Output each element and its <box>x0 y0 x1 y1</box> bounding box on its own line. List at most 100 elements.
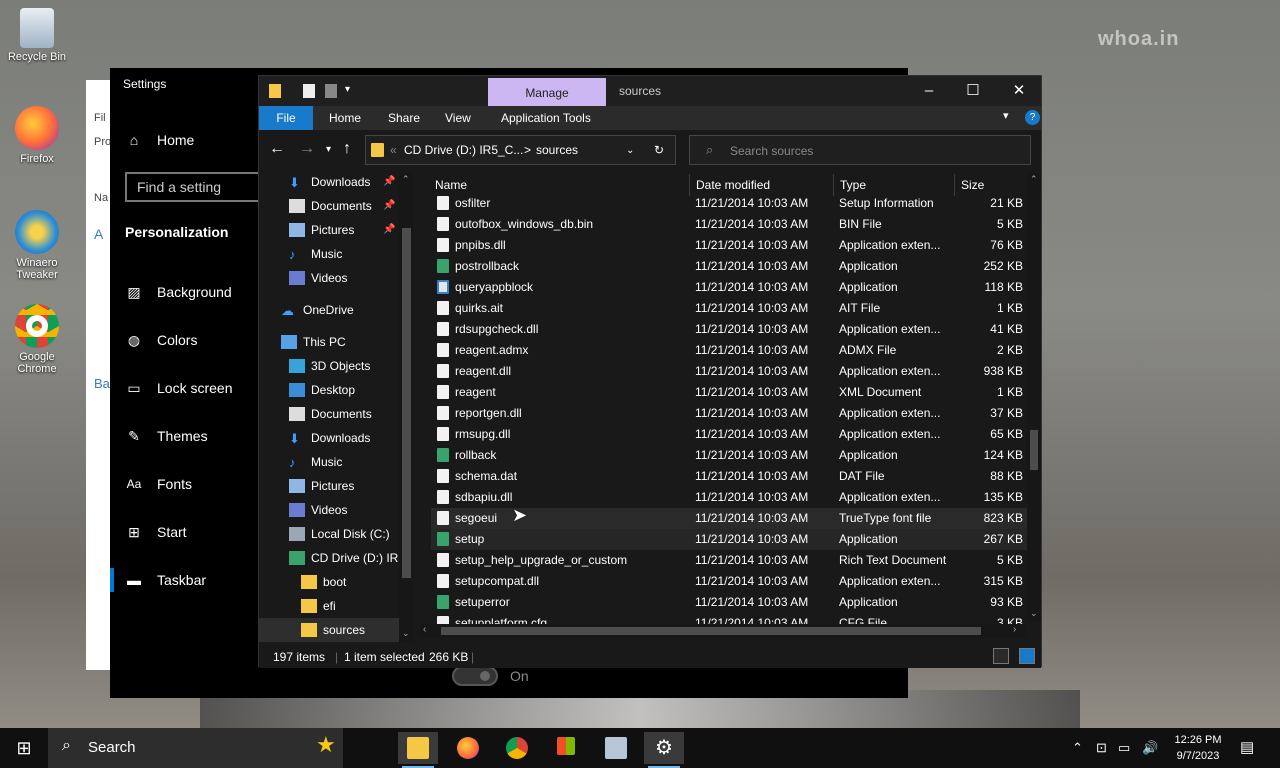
pin-icon[interactable]: 📌 <box>383 200 395 211</box>
desktop-icon-winaero-tweaker[interactable]: Winaero Tweaker <box>1 210 73 281</box>
maximize-icon[interactable]: ☐ <box>953 79 993 103</box>
taskbar-store[interactable] <box>546 732 586 764</box>
desktop-icon-google-chrome[interactable]: Google Chrome <box>1 304 73 375</box>
tab-view[interactable]: View <box>445 111 471 125</box>
scroll-up-icon[interactable]: ⌃ <box>1030 174 1038 185</box>
settings-nav-background[interactable]: ▨ Background <box>110 272 260 312</box>
nav-item-this-pc[interactable]: This PC <box>281 330 346 354</box>
scrollbar-thumb[interactable] <box>402 228 411 578</box>
settings-nav-colors[interactable]: ◍ Colors <box>110 320 260 360</box>
tab-share[interactable]: Share <box>388 111 420 125</box>
nav-item-videos[interactable]: Videos <box>289 266 347 290</box>
scroll-left-icon[interactable]: ‹ <box>423 624 426 635</box>
nav-item-music[interactable]: ♪ Music <box>289 242 342 266</box>
file-row[interactable]: reagent.dll 11/21/2014 10:03 AM Applicatio… <box>431 361 1027 382</box>
nav-item-downloads[interactable]: ⬇ Downloads <box>289 172 370 194</box>
nav-item-onedrive[interactable]: ☁ OneDrive <box>281 298 354 322</box>
new-folder-icon[interactable] <box>325 84 337 98</box>
file-row[interactable]: queryappblock 11/21/2014 10:03 AM Applicat… <box>431 277 1027 298</box>
file-row[interactable]: rdsupgcheck.dll 11/21/2014 10:03 AM Applic… <box>431 319 1027 340</box>
file-row[interactable]: reportgen.dll 11/21/2014 10:03 AM Applicat… <box>431 403 1027 424</box>
taskbar-firefox[interactable] <box>448 732 488 764</box>
horizontal-scrollbar[interactable]: ‹ › <box>419 624 1027 638</box>
settings-nav-themes[interactable]: ✎ Themes <box>110 416 260 456</box>
refresh-icon[interactable]: ↻ <box>654 143 664 157</box>
nav-item-boot[interactable]: boot <box>301 570 346 594</box>
minimize-icon[interactable]: – <box>909 79 949 103</box>
details-view-icon[interactable] <box>993 648 1009 664</box>
nav-item-music-pc[interactable]: ♪ Music <box>289 450 342 474</box>
pin-icon[interactable]: 📌 <box>383 224 395 235</box>
nav-item-desktop[interactable]: Desktop <box>289 378 355 402</box>
tab-home[interactable]: Home <box>329 111 361 125</box>
scrollbar-thumb[interactable] <box>441 627 981 635</box>
file-row[interactable]: pnpibs.dll 11/21/2014 10:03 AM Application… <box>431 235 1027 256</box>
file-list-scrollbar[interactable]: ⌃ ⌄ <box>1027 172 1041 622</box>
large-icons-view-icon[interactable] <box>1019 648 1035 664</box>
toggle-switch[interactable] <box>452 666 498 686</box>
manage-tab[interactable]: Manage <box>488 78 606 106</box>
nav-scrollbar[interactable]: ⌃ ⌄ <box>399 172 413 642</box>
file-row[interactable]: setup 11/21/2014 10:03 AM Application 267 K… <box>431 529 1027 550</box>
background-window[interactable]: Fil Pro Na A Ba <box>86 80 112 670</box>
wifi-icon[interactable]: ▭ <box>1118 740 1130 756</box>
settings-nav-lock-screen[interactable]: ▭ Lock screen <box>110 368 260 408</box>
file-row[interactable]: postrollback 11/21/2014 10:03 AM Applicati… <box>431 256 1027 277</box>
desktop-icon-firefox[interactable]: Firefox <box>1 106 73 165</box>
search-input[interactable]: ⌕ Search sources <box>689 135 1031 165</box>
taskbar-search[interactable]: ⌕ Search <box>48 728 343 768</box>
settings-nav-fonts[interactable]: Aa Fonts <box>110 464 260 504</box>
up-arrow-icon[interactable]: ↑ <box>343 140 351 158</box>
settings-home[interactable]: ⌂ Home <box>110 120 260 160</box>
find-setting-input[interactable]: Find a setting <box>125 172 275 202</box>
scroll-right-icon[interactable]: › <box>1013 624 1016 635</box>
back-arrow-icon[interactable]: ← <box>269 140 285 158</box>
notifications-icon[interactable]: ▤ <box>1240 738 1254 756</box>
pin-icon[interactable]: 📌 <box>383 176 395 187</box>
nav-item-local-disk[interactable]: Local Disk (C:) <box>289 522 390 546</box>
taskbar-file-explorer[interactable] <box>398 732 438 768</box>
nav-item-sources[interactable]: sources <box>259 618 399 642</box>
file-row[interactable]: osfilter 11/21/2014 10:03 AM Setup Informa… <box>431 193 1027 214</box>
close-icon[interactable]: ✕ <box>999 79 1039 103</box>
address-bar[interactable]: « CD Drive (D:) IR5_C... > sources ⌄ ↻ <box>365 135 676 165</box>
file-row[interactable]: reagent 11/21/2014 10:03 AM XML Document 1 … <box>431 382 1027 403</box>
network-icon[interactable]: ⊡ <box>1096 740 1107 756</box>
breadcrumb-overflow-icon[interactable]: « <box>390 143 397 157</box>
nav-item-pictures[interactable]: Pictures <box>289 218 354 242</box>
customize-qat-icon[interactable]: ▾ <box>345 84 355 98</box>
breadcrumb-separator[interactable]: > <box>524 143 531 157</box>
file-row[interactable]: reagent.admx 11/21/2014 10:03 AM ADMX File… <box>431 340 1027 361</box>
breadcrumb-drive[interactable]: CD Drive (D:) IR5_C... <box>404 143 523 157</box>
file-row[interactable]: setup_help_upgrade_or_custom 11/21/2014 1… <box>431 550 1027 571</box>
nav-item-downloads-pc[interactable]: ⬇ Downloads <box>289 426 370 450</box>
properties-icon[interactable] <box>303 84 315 98</box>
nav-item-3d-objects[interactable]: 3D Objects <box>289 354 370 378</box>
forward-arrow-icon[interactable]: → <box>299 140 315 158</box>
nav-item-efi[interactable]: efi <box>301 594 336 618</box>
settings-nav-taskbar[interactable]: ▬ Taskbar <box>110 560 260 600</box>
file-row[interactable]: schema.dat 11/21/2014 10:03 AM DAT File 88 … <box>431 466 1027 487</box>
file-row[interactable]: rmsupg.dll 11/21/2014 10:03 AM Application… <box>431 424 1027 445</box>
sports-widget-icon[interactable]: ★ <box>316 732 336 758</box>
file-row[interactable]: quirks.ait 11/21/2014 10:03 AM AIT File 1 K… <box>431 298 1027 319</box>
tab-application-tools[interactable]: Application Tools <box>501 111 591 125</box>
help-icon[interactable]: ? <box>1025 110 1040 125</box>
file-row[interactable]: rollback 11/21/2014 10:03 AM Application 12… <box>431 445 1027 466</box>
nav-item-documents[interactable]: Documents <box>289 194 372 218</box>
nav-item-cd-drive[interactable]: CD Drive (D:) IR5 <box>289 546 405 570</box>
scrollbar-thumb[interactable] <box>1030 430 1038 470</box>
file-row[interactable]: outofbox_windows_db.bin 11/21/2014 10:03 … <box>431 214 1027 235</box>
volume-icon[interactable]: 🔊 <box>1142 740 1158 756</box>
clock[interactable]: 12:26 PM 9/7/2023 <box>1168 732 1228 764</box>
file-row[interactable]: setuperror 11/21/2014 10:03 AM Application… <box>431 592 1027 613</box>
file-row[interactable]: setupcompat.dll 11/21/2014 10:03 AM Applic… <box>431 571 1027 592</box>
nav-item-videos-pc[interactable]: Videos <box>289 498 347 522</box>
settings-nav-start[interactable]: ⊞ Start <box>110 512 260 552</box>
chevron-down-icon[interactable]: ⌄ <box>626 145 634 156</box>
taskbar-chrome[interactable] <box>497 732 537 764</box>
scroll-down-icon[interactable]: ⌄ <box>1030 608 1038 619</box>
breadcrumb-current[interactable]: sources <box>536 143 578 157</box>
taskbar-settings[interactable]: ⚙ <box>644 732 684 768</box>
recent-locations-icon[interactable]: ▾ <box>326 144 331 155</box>
